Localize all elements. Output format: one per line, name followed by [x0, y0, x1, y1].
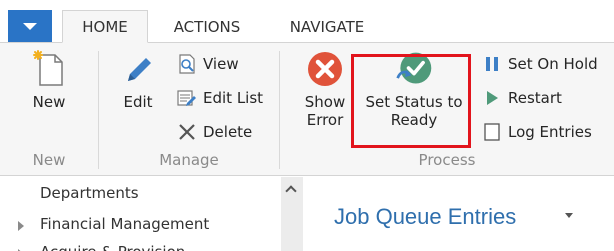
edit-button-label: Edit [123, 93, 153, 111]
delete-x-icon [177, 122, 197, 142]
error-x-circle-icon [305, 49, 345, 89]
edit-list-icon [177, 88, 197, 108]
ribbon-group-new: New New [0, 43, 98, 175]
edit-button[interactable]: Edit [113, 49, 163, 111]
show-error-button[interactable]: Show Error [298, 49, 352, 129]
nav-scrollbar[interactable] [281, 177, 303, 251]
tab-home[interactable]: HOME [62, 10, 148, 43]
restart-button[interactable]: Restart [482, 87, 562, 109]
log-entries-button[interactable]: Log Entries [482, 121, 592, 143]
play-icon [482, 88, 502, 108]
view-icon [177, 54, 197, 74]
group-label-new: New [32, 151, 66, 169]
navigation-pane: Departments Financial Management Acquire… [0, 177, 305, 251]
tab-home-label: HOME [82, 17, 128, 36]
tab-actions[interactable]: ACTIONS [158, 10, 256, 43]
set-status-label-line1: Set Status to [365, 93, 463, 111]
expand-arrow-icon[interactable] [18, 221, 24, 231]
group-label-manage: Manage [159, 151, 219, 169]
nav-item-acquire-provision[interactable]: Acquire & Provision [40, 243, 185, 251]
log-entries-label: Log Entries [508, 123, 592, 141]
pause-icon [482, 54, 502, 74]
delete-button-label: Delete [203, 123, 253, 141]
new-document-icon [29, 49, 69, 89]
nav-item-financial-management[interactable]: Financial Management [40, 215, 209, 233]
ribbon: New New Edit View Edit List Delete Manag… [0, 42, 614, 176]
set-on-hold-label: Set On Hold [508, 55, 598, 73]
log-entries-icon [482, 122, 502, 142]
scroll-up-icon[interactable] [285, 185, 297, 197]
pencil-icon [118, 49, 158, 89]
page-title: Job Queue Entries [334, 204, 517, 229]
group-label-process: Process [418, 151, 476, 169]
set-status-label-line2: Ready [390, 111, 438, 129]
delete-button[interactable]: Delete [177, 121, 252, 143]
tab-navigate[interactable]: NAVIGATE [268, 10, 386, 43]
nav-item-departments[interactable]: Departments [40, 184, 139, 202]
view-button[interactable]: View [177, 53, 239, 75]
set-status-to-ready-button[interactable]: Set Status to Ready [359, 49, 469, 129]
chevron-down-icon[interactable] [565, 213, 573, 218]
set-status-ready-icon [394, 49, 434, 89]
view-button-label: View [203, 55, 239, 73]
restart-label: Restart [508, 89, 562, 107]
ribbon-group-process: Show Error Set Status to Ready Set On Ho… [280, 43, 614, 175]
edit-list-button[interactable]: Edit List [177, 87, 263, 109]
edit-list-button-label: Edit List [203, 89, 264, 107]
show-error-label-line1: Show [304, 93, 346, 111]
new-button-label: New [32, 93, 66, 111]
ribbon-tab-strip: HOME ACTIONS NAVIGATE [0, 0, 614, 43]
tab-actions-label: ACTIONS [173, 17, 241, 36]
ribbon-group-manage: Edit View Edit List Delete Manage [99, 43, 279, 175]
set-on-hold-button[interactable]: Set On Hold [482, 53, 598, 75]
tab-navigate-label: NAVIGATE [289, 17, 365, 36]
new-button[interactable]: New [24, 49, 74, 111]
app-menu-caret-icon [23, 23, 37, 30]
show-error-label-line2: Error [306, 111, 344, 129]
app-menu-button[interactable] [8, 10, 52, 43]
